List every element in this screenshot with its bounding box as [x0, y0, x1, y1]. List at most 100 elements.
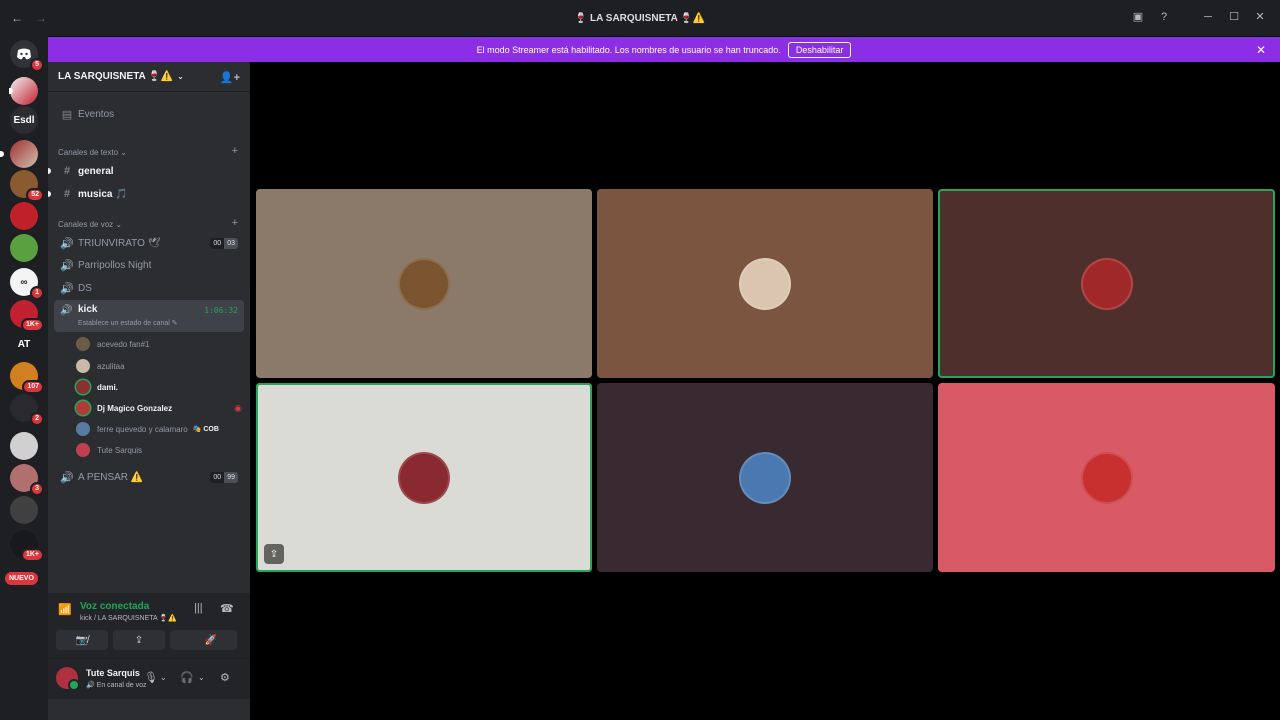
channel-label: Parripollos Night [78, 259, 152, 271]
signal-icon[interactable]: 📶 [58, 603, 72, 616]
chevron-down-icon[interactable]: ⌄ [198, 673, 205, 682]
participant-tile[interactable] [597, 383, 933, 572]
window-title: 🍷 LA SARQUISNETA 🍷⚠️ [574, 12, 706, 24]
voice-category-label[interactable]: Canales de voz ⌄ [58, 220, 122, 229]
set-channel-status[interactable]: Establece un estado de canal ✎ [78, 319, 178, 327]
server-icon[interactable]: 2 [10, 394, 44, 426]
server-icon[interactable]: ∞ 1 [10, 268, 44, 300]
channel-label: kick [78, 304, 98, 315]
avatar [739, 451, 791, 504]
voice-connected-label[interactable]: Voz conectada [80, 601, 149, 612]
speaker-icon: 🔊 [60, 259, 74, 272]
text-category-label[interactable]: Canales de texto ⌄ [58, 148, 127, 157]
voice-channel-ds[interactable]: 🔊 DS [54, 278, 244, 298]
channel-label: TRIUNVIRATO 🕊 [78, 237, 161, 249]
server-header[interactable]: LA SARQUISNETA 🍷⚠️ ⌄ 👤+ [48, 62, 250, 92]
invite-people-icon[interactable]: 👤+ [220, 71, 240, 84]
user-count: 00 99 [210, 471, 238, 483]
camera-button[interactable]: 📷̸ [56, 630, 108, 650]
banner-close-icon[interactable]: ✕ [1256, 43, 1266, 57]
help-icon[interactable]: ? [1158, 11, 1170, 23]
screen-share-icon: ◉ [234, 402, 242, 413]
server-at[interactable]: AT [10, 330, 38, 358]
server-icon[interactable] [10, 234, 38, 262]
server-name: LA SARQUISNETA 🍷⚠️ [58, 71, 174, 82]
screen-share-icon[interactable]: ⇪ [264, 544, 284, 564]
events-item[interactable]: ▤ Eventos [54, 104, 244, 124]
home-discord-icon[interactable]: 5 [10, 40, 44, 72]
avatar[interactable] [56, 667, 80, 691]
mic-icon[interactable]: 🎙 [144, 671, 158, 684]
participant-tile[interactable] [597, 189, 933, 378]
voice-member[interactable]: Tute Sarquis [76, 440, 142, 460]
participant-tile[interactable]: ⇪ [256, 383, 592, 572]
server-icon[interactable] [10, 496, 38, 524]
voice-member[interactable]: ferre quevedo y calamaro 🎭 COB [76, 419, 219, 439]
calendar-icon: ▤ [61, 108, 73, 121]
server-icon[interactable] [9, 77, 38, 105]
title-bar: ← → 🍷 LA SARQUISNETA 🍷⚠️ ▣ ? ─ ☐ ✕ [0, 0, 1280, 36]
server-icon[interactable] [0, 140, 38, 168]
avatar [739, 257, 791, 310]
minimize-icon[interactable]: ─ [1202, 11, 1214, 23]
screen-share-button[interactable]: ⇪ [113, 630, 165, 650]
inbox-icon[interactable]: ▣ [1132, 10, 1144, 23]
disconnect-icon[interactable]: ☎ [220, 602, 234, 615]
voice-member[interactable]: azulitaa [76, 356, 125, 376]
channel-general[interactable]: # general [48, 161, 244, 181]
server-icon[interactable]: 1K+ [10, 530, 44, 562]
server-icon[interactable]: 3 [10, 464, 44, 496]
server-icon[interactable] [10, 202, 38, 230]
voice-channel-parripollos[interactable]: 🔊 Parripollos Night [54, 255, 244, 275]
voice-member[interactable]: dami. [76, 377, 118, 397]
add-voice-channel-icon[interactable]: + [232, 217, 238, 229]
server-icon[interactable]: 107 [10, 362, 44, 394]
avatar [76, 401, 90, 415]
server-badge: 52 [26, 188, 44, 202]
avatar [398, 257, 450, 310]
chevron-down-icon[interactable]: ⌄ [160, 673, 167, 682]
back-icon[interactable]: ← [10, 11, 24, 25]
speaker-icon: 🔊 [60, 305, 73, 316]
avatar [76, 359, 90, 373]
events-label: Eventos [78, 108, 115, 120]
server-icon[interactable] [10, 432, 38, 460]
user-status: 🔊 En canal de voz [86, 682, 147, 689]
username[interactable]: Tute Sarquis [86, 668, 140, 678]
close-icon[interactable]: ✕ [1254, 10, 1266, 23]
disable-streamer-button[interactable]: Deshabilitar [787, 41, 852, 58]
voice-member[interactable]: Dj Magico Gonzalez ◉ [76, 398, 242, 418]
add-text-channel-icon[interactable]: + [232, 145, 238, 157]
avatar [76, 380, 90, 394]
voice-channel-triunvirato[interactable]: 🔊 TRIUNVIRATO 🕊 00 03 [54, 233, 244, 253]
voice-member[interactable]: acevedo fan#1 [76, 334, 150, 354]
soundboard-button[interactable]: 🚀 [185, 630, 237, 650]
channel-label: A PENSAR ⚠️ [78, 471, 144, 483]
voice-connected-channel[interactable]: kick / LA SARQUISNETA 🍷⚠️ [80, 614, 177, 622]
nav-buttons: ← → [10, 11, 48, 25]
voice-channel-a-pensar[interactable]: 🔊 A PENSAR ⚠️ 00 99 [54, 467, 244, 487]
server-badge: 3 [30, 482, 44, 496]
maximize-icon[interactable]: ☐ [1228, 10, 1240, 23]
user-count: 00 03 [210, 237, 238, 249]
forward-icon[interactable]: → [34, 11, 48, 25]
speaker-icon: 🔊 [60, 237, 74, 250]
voice-channel-kick[interactable]: 🔊 kick 1:06:32 Establece un estado de ca… [54, 300, 244, 332]
hashtag-icon: # [63, 165, 71, 177]
channel-musica[interactable]: # musica 🎵 [48, 184, 244, 204]
new-badge: NUEVO [5, 572, 38, 585]
speaker-icon: 🔊 [60, 282, 74, 295]
server-esdl[interactable]: Esdl [10, 106, 38, 134]
speaker-icon: 🔊 [60, 471, 74, 484]
participant-tile[interactable] [938, 383, 1275, 572]
server-rail: 5 Esdl 52 ∞ 1 1K+ AT 107 2 3 1K+ NUEVO [0, 36, 48, 720]
channel-label: DS [78, 282, 92, 294]
headset-icon[interactable]: 🎧 [180, 671, 194, 684]
noise-suppression-icon[interactable]: ||| [194, 602, 203, 614]
server-icon[interactable]: 52 [10, 170, 44, 202]
server-icon[interactable]: 1K+ [10, 300, 44, 332]
settings-icon[interactable]: ⚙ [220, 671, 230, 684]
banner-message: El modo Streamer está habilitado. Los no… [476, 44, 781, 55]
participant-tile[interactable] [938, 189, 1275, 378]
participant-tile[interactable] [256, 189, 592, 378]
